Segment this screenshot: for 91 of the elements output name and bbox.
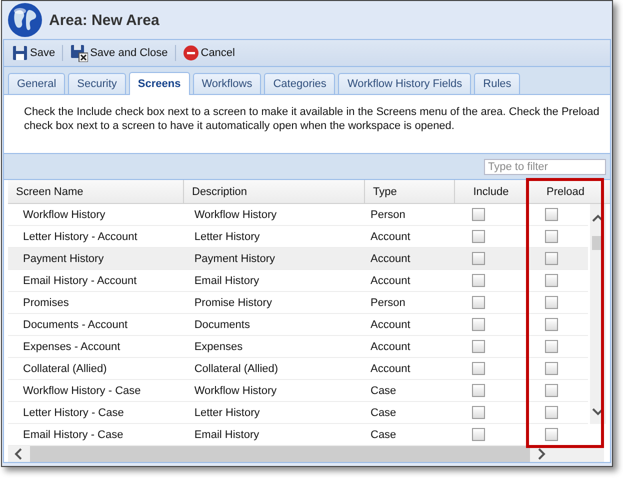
toolbar-button[interactable]: Save and Close: [68, 43, 170, 63]
tab[interactable]: Security: [68, 73, 126, 94]
table-cell: Email History - Case: [23, 428, 124, 440]
tab[interactable]: Rules: [474, 73, 520, 94]
table-cell: Letter History: [194, 406, 260, 418]
checkbox[interactable]: [544, 318, 558, 331]
table-cell: Expenses - Account: [23, 340, 120, 352]
table-cell: Collateral (Allied): [194, 362, 278, 374]
table-cell: Promises: [23, 296, 69, 308]
checkbox[interactable]: [472, 230, 486, 243]
checkbox[interactable]: [472, 296, 486, 309]
table-cell: Case: [370, 428, 396, 440]
horizontal-scrollbar[interactable]: [8, 446, 604, 462]
checkbox[interactable]: [544, 208, 558, 221]
tab[interactable]: Categories: [264, 73, 336, 94]
checkbox[interactable]: [544, 384, 558, 397]
table-cell: Letter History - Account: [23, 230, 138, 242]
table-cell: Promise History: [194, 296, 272, 308]
table-row[interactable]: Collateral (Allied) Collateral (Allied) Account: [8, 358, 588, 380]
window-title: Area: New Area: [49, 12, 160, 28]
checkbox[interactable]: [472, 208, 486, 221]
checkbox[interactable]: [472, 362, 486, 375]
table-cell: Expenses: [194, 340, 243, 352]
column-header[interactable]: Description: [184, 180, 365, 203]
toolbar-button[interactable]: Save: [10, 44, 58, 62]
table-cell: Payment History: [23, 252, 104, 264]
table-cell: Collateral (Allied): [23, 362, 107, 374]
table-cell: Workflow History: [194, 384, 277, 396]
table-cell: Email History - Account: [23, 274, 137, 286]
table-cell: Account: [370, 230, 410, 242]
table-cell: Documents - Account: [23, 318, 128, 330]
table-cell: Person: [370, 296, 406, 308]
scroll-down-icon[interactable]: [592, 408, 604, 416]
tab[interactable]: General: [8, 73, 66, 94]
scroll-left-icon[interactable]: [14, 448, 22, 460]
checkbox[interactable]: [472, 428, 486, 441]
checkbox[interactable]: [544, 406, 558, 419]
scroll-up-icon[interactable]: [592, 214, 604, 222]
table-cell: Letter History: [194, 230, 260, 242]
checkbox[interactable]: [544, 296, 558, 309]
table-row[interactable]: Payment History Payment History Account: [8, 248, 588, 270]
table-cell: Workflow History: [23, 208, 106, 220]
table-cell: Workflow History: [194, 208, 277, 220]
table-cell: Account: [370, 318, 410, 330]
table-cell: Account: [370, 362, 410, 374]
checkbox[interactable]: [544, 252, 558, 265]
checkbox[interactable]: [544, 230, 558, 243]
table-cell: Case: [370, 384, 396, 396]
table-cell: Email History: [194, 428, 260, 440]
column-header[interactable]: Type: [365, 180, 455, 203]
tab[interactable]: Workflow History Fields: [338, 73, 472, 94]
scroll-thumb[interactable]: [30, 446, 530, 462]
column-header[interactable]: Include: [455, 180, 528, 203]
checkbox[interactable]: [472, 406, 486, 419]
checkbox[interactable]: [472, 384, 486, 397]
table-cell: Letter History - Case: [23, 406, 124, 418]
floppy-disk-close-icon: [70, 44, 88, 62]
table-row[interactable]: Email History - Account Email History Account: [8, 270, 588, 292]
tab[interactable]: Workflows: [192, 73, 262, 94]
table-cell: Documents: [194, 318, 250, 330]
table-cell: Workflow History - Case: [23, 384, 141, 396]
checkbox[interactable]: [544, 428, 558, 441]
checkbox[interactable]: [472, 318, 486, 331]
checkbox[interactable]: [544, 362, 558, 375]
checkbox[interactable]: [472, 252, 486, 265]
table-row[interactable]: Letter History - Case Letter History Case: [8, 402, 588, 424]
cancel-icon: [182, 45, 199, 61]
table-cell: Person: [370, 208, 406, 220]
checkbox[interactable]: [472, 340, 486, 353]
tab[interactable]: Screens: [128, 72, 190, 95]
toolbar-button[interactable]: Cancel: [180, 44, 237, 62]
table-row[interactable]: Expenses - Account Expenses Account: [8, 336, 588, 358]
checkbox[interactable]: [544, 340, 558, 353]
table-row[interactable]: Promises Promise History Person: [8, 292, 588, 314]
table-cell: Payment History: [194, 252, 276, 264]
table-cell: Account: [370, 252, 410, 264]
table-cell: Case: [370, 406, 396, 418]
table-row[interactable]: Workflow History - Case Workflow History Case: [8, 380, 588, 402]
column-header[interactable]: Preload: [528, 180, 604, 203]
column-header[interactable]: Screen Name: [8, 180, 184, 203]
checkbox[interactable]: [544, 274, 558, 287]
table-cell: Account: [370, 274, 410, 286]
table-row[interactable]: Documents - Account Documents Account: [8, 314, 588, 336]
table-cell: Account: [370, 340, 410, 352]
table-row[interactable]: Workflow History Workflow History Person: [8, 204, 588, 226]
checkbox[interactable]: [472, 274, 486, 287]
table-cell: Email History: [194, 274, 260, 286]
globe-icon: [7, 2, 43, 38]
filter-field[interactable]: Type to filter: [484, 158, 606, 174]
instructions-text: Check the Include check box next to a screen to make it available in the Screens menu of the area. Check the Preload check box next to a screen to have it automatically open when the workspace is opened.: [23, 105, 600, 134]
scroll-right-icon[interactable]: [538, 448, 546, 460]
